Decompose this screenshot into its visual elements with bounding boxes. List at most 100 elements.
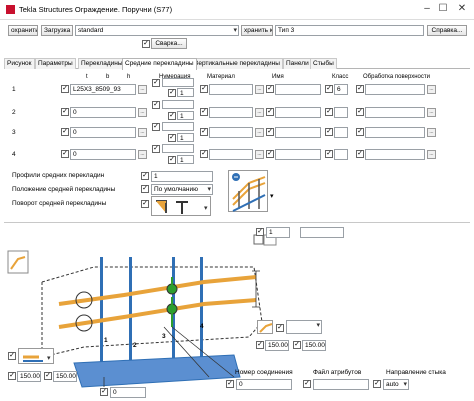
browse-button[interactable]: ... [138, 108, 147, 117]
top-input[interactable]: 1 [266, 227, 290, 238]
class-checkbox[interactable]: ✓ [325, 85, 333, 93]
left-value-2-checkbox[interactable]: ✓ [44, 372, 52, 380]
material-input[interactable] [209, 84, 253, 95]
tab-mid-rails[interactable]: Средние перекладины [122, 58, 197, 70]
class-input[interactable] [334, 127, 348, 138]
material-browse-button[interactable]: ... [255, 108, 264, 117]
name-input[interactable] [275, 107, 321, 118]
material-checkbox[interactable]: ✓ [200, 108, 208, 116]
finish-browse-button[interactable]: ... [427, 150, 436, 159]
class-checkbox[interactable]: ✓ [325, 108, 333, 116]
name-input[interactable] [275, 84, 321, 95]
material-checkbox[interactable]: ✓ [200, 128, 208, 136]
name-checkbox[interactable]: ✓ [266, 150, 274, 158]
tab-parameters[interactable]: Параметры [35, 58, 76, 69]
position-checkbox[interactable]: ✓ [141, 185, 149, 193]
material-input[interactable] [209, 107, 253, 118]
material-input[interactable] [209, 127, 253, 138]
finish-browse-button[interactable]: ... [427, 108, 436, 117]
end-detail-icon[interactable] [257, 320, 273, 334]
profiles-checkbox[interactable]: ✓ [141, 172, 149, 180]
finish-checkbox[interactable]: ✓ [356, 128, 364, 136]
browse-button[interactable]: ... [138, 150, 147, 159]
material-browse-button[interactable]: ... [255, 85, 264, 94]
profiles-input[interactable]: 1 [151, 171, 213, 182]
close-icon[interactable]: ✕ [455, 3, 469, 15]
numbering-start-checkbox[interactable]: ✓ [168, 156, 176, 164]
weld-checkbox[interactable]: ✓ [142, 40, 150, 48]
finish-input[interactable] [365, 149, 425, 160]
numbering-prefix-input[interactable] [162, 144, 194, 153]
preview-dropdown-icon[interactable]: ▾ [270, 192, 274, 200]
profile-checkbox[interactable]: ✓ [61, 150, 69, 158]
left-detail-checkbox[interactable]: ✓ [8, 352, 16, 360]
bottom-left-checkbox[interactable]: ✓ [100, 388, 108, 396]
preset-select[interactable]: standard [75, 25, 239, 36]
finish-checkbox[interactable]: ✓ [356, 150, 364, 158]
weld-button[interactable]: Сварка... [151, 38, 187, 49]
connection-input[interactable]: 0 [236, 379, 292, 390]
bottom-left-input[interactable]: 0 [110, 387, 146, 398]
numbering-start-checkbox[interactable]: ✓ [168, 89, 176, 97]
numbering-checkbox[interactable]: ✓ [152, 145, 160, 153]
left-value-1-checkbox[interactable]: ✓ [8, 372, 16, 380]
right-value-2-checkbox[interactable]: ✓ [293, 341, 301, 349]
numbering-checkbox[interactable]: ✓ [152, 123, 160, 131]
left-value-2-input[interactable]: 150.00 [53, 371, 77, 382]
right-value-1-checkbox[interactable]: ✓ [256, 341, 264, 349]
browse-button[interactable]: ... [138, 128, 147, 137]
material-checkbox[interactable]: ✓ [200, 85, 208, 93]
left-value-1-input[interactable]: 150.00 [17, 371, 41, 382]
class-input[interactable] [334, 107, 348, 118]
numbering-checkbox[interactable]: ✓ [152, 79, 160, 87]
load-button[interactable]: Загрузка [41, 25, 73, 36]
material-input[interactable] [209, 149, 253, 160]
connection-checkbox[interactable]: ✓ [226, 380, 234, 388]
finish-checkbox[interactable]: ✓ [356, 85, 364, 93]
rotation-checkbox[interactable]: ✓ [141, 200, 149, 208]
class-input[interactable] [334, 149, 348, 160]
rotation-select[interactable]: ▾ [151, 196, 211, 216]
tab-panels[interactable]: Панели [283, 58, 312, 69]
name-checkbox[interactable]: ✓ [266, 108, 274, 116]
joint-dir-select[interactable]: auto [383, 379, 409, 390]
maximize-icon[interactable]: ☐ [436, 3, 450, 15]
tab-drawing[interactable]: Рисунок [4, 58, 35, 69]
class-input[interactable]: 6 [334, 84, 348, 95]
numbering-start-input[interactable]: 1 [177, 88, 194, 97]
tab-rails[interactable]: Перекладины [78, 58, 126, 69]
finish-checkbox[interactable]: ✓ [356, 108, 364, 116]
save-as-button[interactable]: хранить к [241, 25, 273, 36]
top-extra-input[interactable] [300, 227, 344, 238]
right-value-2-input[interactable]: 150.00 [302, 340, 326, 351]
profile-input[interactable]: L25X3_8509_93 [70, 84, 136, 95]
finish-input[interactable] [365, 84, 425, 95]
joint-dir-checkbox[interactable]: ✓ [373, 380, 381, 388]
minimize-icon[interactable]: – [420, 3, 434, 15]
save-as-input[interactable]: Тип 3 [275, 25, 424, 36]
profile-checkbox[interactable]: ✓ [61, 128, 69, 136]
tab-vertical-rails[interactable]: Вертикальные перекладины [191, 58, 283, 69]
tab-joints[interactable]: Стыбы [310, 58, 337, 69]
right-value-1-input[interactable]: 150.00 [265, 340, 289, 351]
finish-input[interactable] [365, 107, 425, 118]
name-input[interactable] [275, 149, 321, 160]
position-select[interactable]: По умолчанию [151, 184, 213, 195]
left-detail-icon[interactable]: ▾ [18, 348, 54, 364]
finish-browse-button[interactable]: ... [427, 85, 436, 94]
profile-input[interactable]: 0 [70, 127, 136, 138]
profile-checkbox[interactable]: ✓ [61, 108, 69, 116]
numbering-prefix-input[interactable] [162, 100, 194, 109]
save-button[interactable]: охранить [8, 25, 38, 36]
material-browse-button[interactable]: ... [255, 128, 264, 137]
attr-file-checkbox[interactable]: ✓ [303, 380, 311, 388]
profile-checkbox[interactable]: ✓ [61, 85, 69, 93]
numbering-start-checkbox[interactable]: ✓ [168, 112, 176, 120]
numbering-start-input[interactable]: 1 [177, 133, 194, 142]
profile-input[interactable]: 0 [70, 149, 136, 160]
help-button[interactable]: Справка... [427, 25, 467, 36]
name-checkbox[interactable]: ✓ [266, 85, 274, 93]
material-checkbox[interactable]: ✓ [200, 150, 208, 158]
profile-input[interactable]: 0 [70, 107, 136, 118]
numbering-start-input[interactable]: 1 [177, 155, 194, 164]
